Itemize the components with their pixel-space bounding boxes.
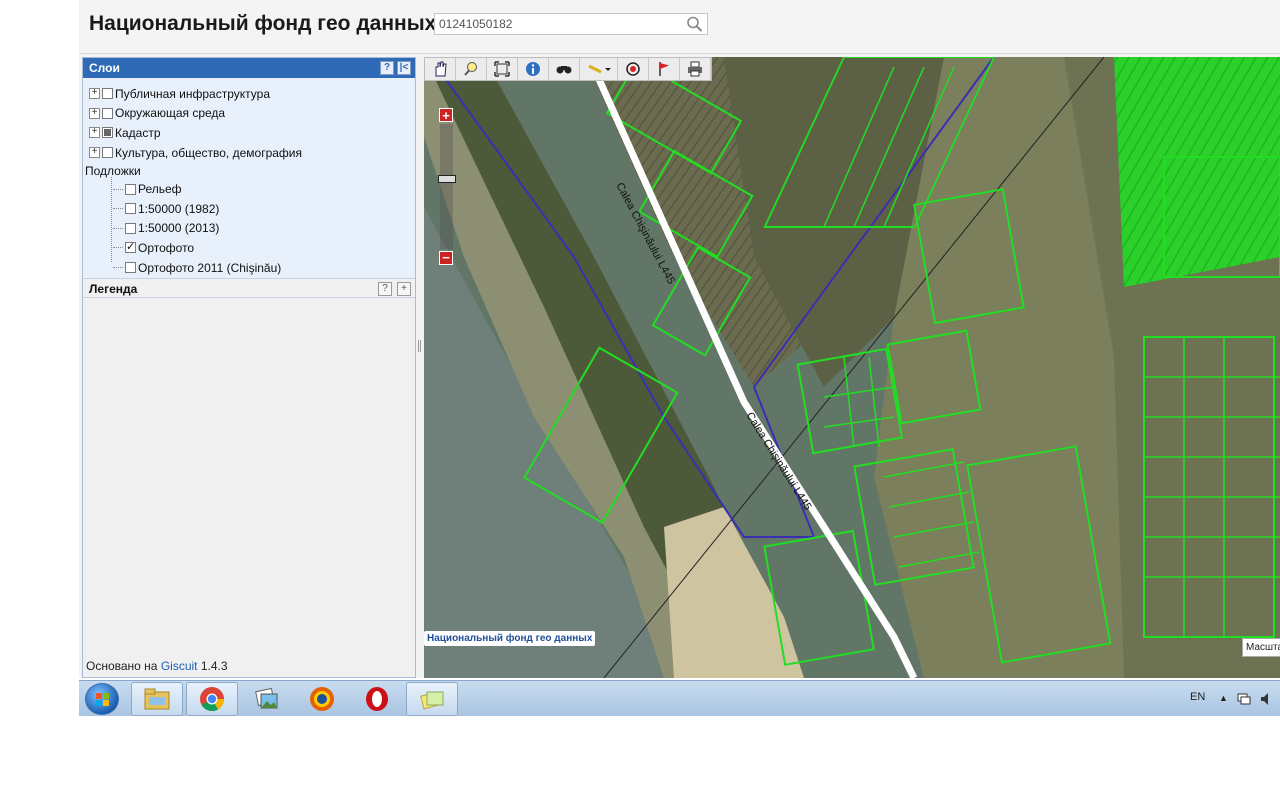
pan-icon[interactable] [425, 58, 456, 80]
layers-help-button[interactable]: ? [380, 61, 394, 75]
panel-splitter[interactable] [418, 340, 421, 352]
show-hidden-icons-icon[interactable]: ▲ [1219, 693, 1228, 703]
info-icon[interactable] [518, 58, 549, 80]
layer-checkbox[interactable] [102, 88, 113, 100]
basemap-checkbox[interactable] [125, 222, 136, 234]
footer-prefix: Основано на [86, 659, 158, 673]
scale-label: Масшта [1242, 638, 1280, 657]
zoom-in-button[interactable]: + [439, 108, 453, 122]
zoom-slider-handle[interactable] [438, 175, 456, 183]
basemap-row[interactable]: Ортофото 2011 (Chişinău) [89, 258, 415, 278]
map-view[interactable]: Calea Chişinăului L445 Calea Chişinăului… [424, 57, 1280, 678]
measure-icon[interactable] [580, 58, 618, 80]
map-toolbar [424, 57, 712, 81]
basemap-label: 1:50000 (1982) [138, 201, 220, 216]
giscuit-link[interactable]: Giscuit [161, 659, 198, 673]
layer-group-row[interactable]: + Публичная инфраструктура [89, 84, 415, 104]
start-button[interactable] [85, 683, 119, 715]
expand-icon[interactable]: + [89, 147, 100, 159]
basemap-checkbox[interactable] [125, 183, 136, 195]
language-indicator[interactable]: EN [1190, 691, 1205, 703]
basemap-row[interactable]: Рельеф [89, 179, 415, 199]
expand-icon[interactable]: + [89, 107, 100, 119]
left-panel: Слои ? |< + Публичная инфраструктура + О… [82, 57, 416, 678]
layer-group-label: Публичная инфраструктура [115, 86, 270, 101]
search-input[interactable] [435, 14, 681, 34]
layers-panel-header: Слои ? |< [83, 58, 415, 78]
photo-viewer-icon[interactable] [241, 682, 293, 716]
binoculars-icon[interactable] [549, 58, 580, 80]
legend-help-button[interactable]: ? [378, 282, 392, 296]
basemaps-heading-row: Подложки [85, 162, 415, 179]
firefox-icon[interactable] [296, 682, 348, 716]
layer-group-label: Кадастр [115, 125, 161, 140]
layer-group-label: Окружающая среда [115, 106, 226, 121]
basemap-label: Ортофото 2011 (Chişinău) [138, 260, 282, 275]
flag-icon[interactable] [649, 58, 680, 80]
collapse-panel-button[interactable]: |< [397, 61, 411, 75]
basemap-checkbox[interactable] [125, 203, 136, 215]
basemap-label: Рельеф [138, 182, 182, 197]
search-box[interactable] [434, 13, 708, 35]
windows-logo-icon [96, 693, 109, 706]
basemap-label: 1:50000 (2013) [138, 221, 220, 236]
search-icon[interactable] [685, 15, 705, 33]
site-title: Национальный фонд гео данных [89, 12, 437, 35]
print-icon[interactable] [680, 58, 711, 80]
basemap-row[interactable]: 1:50000 (2013) [89, 219, 415, 239]
windows-taskbar: EN ▲ [79, 680, 1280, 716]
layer-group-row[interactable]: + Культура, общество, демография [89, 143, 415, 163]
orthophoto-layer: Calea Chişinăului L445 Calea Chişinăului… [424, 57, 1280, 678]
legend-panel-header: Легенда ? + [83, 278, 415, 298]
basemap-checkbox[interactable] [125, 262, 136, 274]
opera-icon[interactable] [351, 682, 403, 716]
basemap-row[interactable]: Ортофото [89, 238, 415, 258]
sticky-notes-icon[interactable] [406, 682, 458, 716]
footer-version: 1.4.3 [200, 659, 228, 673]
layer-checkbox[interactable] [102, 127, 113, 139]
basemap-checkbox[interactable] [125, 240, 136, 254]
file-explorer-icon[interactable] [131, 682, 183, 716]
network-icon[interactable] [1237, 692, 1251, 706]
expand-icon[interactable]: + [89, 127, 100, 139]
footer-credit: Основано на Giscuit 1.4.3 [86, 659, 228, 673]
chrome-icon[interactable] [186, 682, 238, 716]
map-attribution[interactable]: Национальный фонд гео данных [424, 631, 596, 646]
target-icon[interactable] [618, 58, 649, 80]
zoom-slider[interactable] [440, 124, 453, 249]
site-header: Национальный фонд гео данных [79, 0, 1280, 54]
basemap-label: Ортофото [138, 240, 195, 255]
volume-icon[interactable] [1260, 692, 1272, 706]
layer-tree: + Публичная инфраструктура + Окружающая … [83, 78, 415, 278]
legend-expand-button[interactable]: + [397, 282, 411, 296]
layer-checkbox[interactable] [102, 147, 113, 159]
layers-panel-title: Слои [89, 61, 120, 75]
layer-checkbox[interactable] [102, 107, 113, 119]
layer-group-row[interactable]: + Окружающая среда [89, 104, 415, 124]
legend-panel-title: Легенда [89, 282, 138, 296]
zoom-out-button[interactable]: − [439, 251, 453, 265]
full-extent-icon[interactable] [487, 58, 518, 80]
basemap-row[interactable]: 1:50000 (1982) [89, 199, 415, 219]
layer-group-label: Культура, общество, демография [115, 145, 302, 160]
browser-page: Национальный фонд гео данных Слои ? |< +… [79, 0, 1280, 678]
basemaps-heading: Подложки [85, 163, 141, 178]
layer-group-row[interactable]: + Кадастр [89, 123, 415, 143]
zoom-box-icon[interactable] [456, 58, 487, 80]
expand-icon[interactable]: + [89, 88, 100, 100]
